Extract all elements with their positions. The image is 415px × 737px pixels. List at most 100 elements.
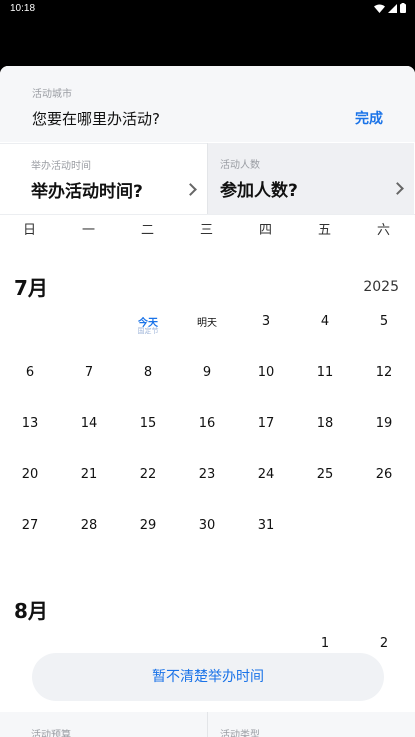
calendar-day-label: 26	[375, 467, 393, 482]
calendar-day-label: 24	[257, 467, 275, 482]
calendar-day[interactable]: 19	[355, 416, 414, 467]
calendar-day-label: 13	[21, 416, 39, 431]
calendar-day[interactable]: 7	[60, 365, 119, 416]
calendar-day-label: 25	[316, 467, 334, 482]
calendar-day[interactable]: 17	[237, 416, 296, 467]
weekday-label: 三	[199, 223, 213, 238]
calendar-day-label: 1	[320, 636, 330, 651]
calendar-day-label: 22	[139, 467, 157, 482]
calendar-day-label: 27	[21, 518, 39, 533]
calendar-day[interactable]: 明天	[178, 314, 237, 365]
weekday-label: 六	[376, 223, 390, 238]
calendar-day[interactable]: 30	[178, 518, 237, 569]
signal-icon	[388, 3, 397, 13]
calendar-day-label: 16	[198, 416, 216, 431]
battery-icon	[400, 3, 406, 13]
calendar-day[interactable]: 8	[119, 365, 178, 416]
calendar-day-label: 28	[80, 518, 98, 533]
calendar-day[interactable]: 10	[237, 365, 296, 416]
calendar-day[interactable]: 28	[60, 518, 119, 569]
calendar-day[interactable]: 29	[119, 518, 178, 569]
calendar-day-label: 3	[261, 314, 271, 329]
calendar-day-label: 8	[143, 365, 153, 380]
calendar-day[interactable]: 31	[237, 518, 296, 569]
calendar-day[interactable]: 今天 国定节	[119, 314, 178, 365]
calendar-day-label: 18	[316, 416, 334, 431]
weekday-label: 五	[317, 223, 331, 238]
bottom-selector-row: 活动预算 活动类型	[0, 712, 415, 737]
time-selector-label: 举办活动时间	[31, 161, 91, 172]
calendar-day-label: 2	[379, 636, 389, 651]
city-question[interactable]: 您要在哪里办活动?	[32, 108, 160, 129]
month-title-july: 7月	[14, 276, 48, 300]
calendar-day[interactable]: 3	[237, 314, 296, 365]
status-icons	[374, 3, 406, 13]
calendar-day-label: 14	[80, 416, 98, 431]
calendar-day-label: 15	[139, 416, 157, 431]
wifi-icon	[374, 4, 385, 13]
calendar-day[interactable]: 24	[237, 467, 296, 518]
calendar-day-label: 23	[198, 467, 216, 482]
chevron-right-icon	[391, 182, 404, 195]
calendar-day-label: 6	[25, 365, 35, 380]
calendar-day[interactable]: 25	[296, 467, 355, 518]
budget-label: 活动预算	[31, 730, 71, 737]
calendar-day[interactable]: 13	[1, 416, 60, 467]
calendar-day[interactable]: 9	[178, 365, 237, 416]
calendar-day[interactable]: 22	[119, 467, 178, 518]
budget-selector[interactable]: 活动预算	[0, 712, 207, 737]
calendar-day[interactable]: 14	[60, 416, 119, 467]
time-selector[interactable]: 举办活动时间 举办活动时间?	[0, 143, 207, 214]
calendar-day-label: 9	[202, 365, 212, 380]
activity-sheet: 活动城市 您要在哪里办活动? 完成 举办活动时间 举办活动时间? 活动人数 参加…	[0, 66, 415, 737]
year-label: 2025	[363, 279, 399, 295]
status-bar: 10:18	[0, 0, 415, 66]
time-selector-value: 举办活动时间?	[31, 182, 143, 202]
calendar-day-label: 7	[84, 365, 94, 380]
unknown-time-button[interactable]: 暂不清楚举办时间	[32, 653, 384, 701]
calendar-day[interactable]: 23	[178, 467, 237, 518]
calendar-day-label: 11	[316, 365, 334, 380]
weekday-label: 四	[258, 223, 272, 238]
people-selector-label: 活动人数	[220, 160, 260, 171]
calendar-day-label: 明天	[197, 318, 217, 329]
city-section[interactable]: 活动城市 您要在哪里办活动? 完成	[0, 66, 415, 142]
calendar-day[interactable]: 27	[1, 518, 60, 569]
status-time: 10:18	[10, 3, 36, 14]
calendar-day[interactable]: 5	[355, 314, 414, 365]
calendar-day-label: 5	[379, 314, 389, 329]
calendar-day-label: 21	[80, 467, 98, 482]
chevron-right-icon	[184, 183, 197, 196]
selector-row: 举办活动时间 举办活动时间? 活动人数 参加人数?	[0, 143, 415, 214]
calendar-day[interactable]: 15	[119, 416, 178, 467]
type-label: 活动类型	[220, 730, 260, 737]
done-button[interactable]: 完成	[355, 108, 383, 128]
calendar-day-label: 4	[320, 314, 330, 329]
calendar-day[interactable]: 18	[296, 416, 355, 467]
calendar-day[interactable]: 20	[1, 467, 60, 518]
calendar-day[interactable]: 4	[296, 314, 355, 365]
people-selector-value: 参加人数?	[220, 181, 298, 201]
month-title-august: 8月	[14, 599, 48, 623]
calendar-day[interactable]: 12	[355, 365, 414, 416]
calendar-day[interactable]: 26	[355, 467, 414, 518]
calendar-day-label: 30	[198, 518, 216, 533]
calendar-day[interactable]: 16	[178, 416, 237, 467]
calendar-day[interactable]: 6	[1, 365, 60, 416]
calendar-day[interactable]: 11	[296, 365, 355, 416]
people-selector[interactable]: 活动人数 参加人数?	[207, 143, 414, 214]
calendar-day-sublabel: 国定节	[137, 327, 159, 335]
calendar-day-label: 12	[375, 365, 393, 380]
weekday-header: 日 一 二 三 四 五 六	[0, 214, 415, 238]
calendar-day-label: 10	[257, 365, 275, 380]
calendar-day-label: 17	[257, 416, 275, 431]
weekday-label: 日	[22, 223, 36, 238]
calendar-day-label: 31	[257, 518, 275, 533]
weekday-label: 二	[140, 223, 154, 238]
weekday-label: 一	[81, 223, 95, 238]
city-label: 活动城市	[32, 89, 72, 100]
type-selector[interactable]: 活动类型	[207, 712, 414, 737]
calendar-day[interactable]: 21	[60, 467, 119, 518]
calendar-day-label: 20	[21, 467, 39, 482]
calendar-day-label: 29	[139, 518, 157, 533]
